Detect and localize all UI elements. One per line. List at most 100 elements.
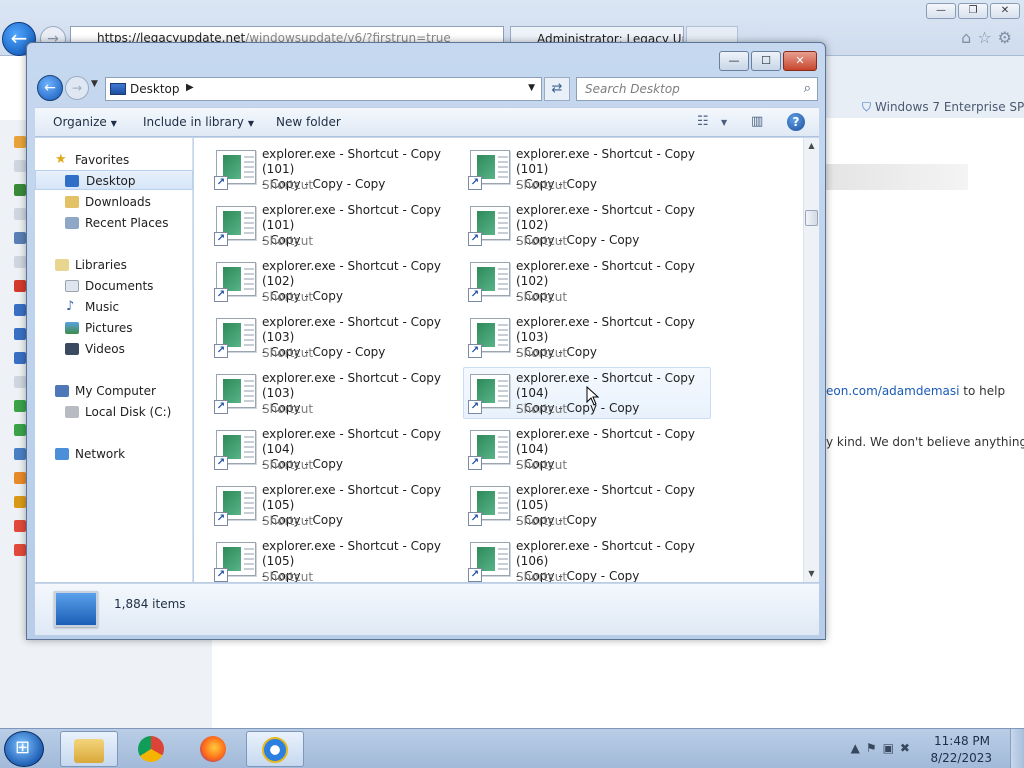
clock-date[interactable]: 8/22/2023 — [930, 751, 992, 765]
details-pane: 1,884 items — [35, 583, 819, 635]
shortcut-arrow-icon: ↗ — [468, 512, 482, 526]
scrollbar-thumb[interactable] — [805, 210, 818, 226]
shortcut-arrow-icon: ↗ — [214, 456, 228, 470]
shortcut-arrow-icon: ↗ — [214, 568, 228, 582]
taskbar-internet-explorer[interactable] — [246, 731, 304, 767]
vertical-scrollbar[interactable]: ▲ ▼ — [803, 138, 819, 582]
view-options-chevron-down-icon[interactable]: ▼ — [721, 118, 727, 127]
nav-favorites[interactable]: ★ Favorites — [35, 150, 193, 170]
computer-icon — [55, 385, 69, 397]
taskbar-firefox[interactable] — [184, 731, 242, 767]
nav-desktop-label: Desktop — [86, 174, 136, 188]
file-name-line-1: explorer.exe - Shortcut - Copy (102) — [516, 203, 696, 232]
nav-libraries[interactable]: Libraries — [35, 255, 193, 275]
shortcut-arrow-icon: ↗ — [468, 232, 482, 246]
show-desktop-button[interactable] — [1010, 729, 1024, 768]
shortcut-arrow-icon: ↗ — [468, 344, 482, 358]
file-item[interactable]: ↗ explorer.exe - Shortcut - Copy (105) - C… — [464, 480, 712, 532]
address-location[interactable]: Desktop — [130, 82, 180, 96]
include-in-library-button[interactable]: Include in library ▼ — [143, 115, 254, 129]
minimize-button[interactable]: — — [719, 51, 749, 71]
file-item[interactable]: ↗ explorer.exe - Shortcut - Copy (102) - C… — [464, 256, 712, 308]
recent-places-icon — [65, 217, 79, 229]
nav-favorites-label: Favorites — [75, 153, 130, 167]
file-item[interactable]: ↗ explorer.exe - Shortcut - Copy (106) - C… — [464, 536, 712, 582]
file-item[interactable]: ↗ explorer.exe - Shortcut - Copy (101) - C… — [210, 200, 458, 252]
firefox-icon — [200, 736, 226, 762]
breadcrumb-arrow-icon[interactable]: ▶ — [186, 82, 194, 93]
ie-patreon-link[interactable]: eon.com/adamdemasi — [826, 384, 959, 398]
ie-restore-button[interactable]: ❐ — [958, 3, 988, 19]
nav-my-computer[interactable]: My Computer — [35, 381, 193, 401]
help-icon[interactable]: ? — [787, 113, 805, 131]
file-name-line-1: explorer.exe - Shortcut - Copy (102) — [516, 259, 696, 288]
shortcut-icon: ↗ — [468, 318, 510, 358]
address-bar[interactable]: Desktop ▶ ▼ — [105, 77, 542, 101]
file-item[interactable]: ↗ explorer.exe - Shortcut - Copy (104) - C… — [464, 424, 712, 476]
nav-downloads[interactable]: Downloads — [35, 192, 193, 212]
file-item[interactable]: ↗ explorer.exe - Shortcut - Copy (103) - C… — [210, 368, 458, 420]
tray-icons[interactable]: ▲⚑▣✖ — [851, 741, 916, 755]
sidebar-icon — [14, 400, 26, 412]
file-item[interactable]: ↗ explorer.exe - Shortcut - Copy (103) - C… — [210, 312, 458, 364]
internet-explorer-icon — [262, 737, 288, 763]
search-icon[interactable]: ⌕ — [804, 81, 811, 96]
back-button[interactable]: ← — [37, 75, 63, 101]
shortcut-arrow-icon: ↗ — [214, 288, 228, 302]
organize-chevron-down-icon: ▼ — [110, 119, 117, 128]
nav-documents[interactable]: Documents — [35, 276, 193, 296]
taskbar-chrome[interactable] — [122, 731, 180, 767]
new-folder-button[interactable]: New folder — [276, 115, 341, 129]
nav-pictures[interactable]: Pictures — [35, 318, 193, 338]
nav-videos[interactable]: Videos — [35, 339, 193, 359]
file-name-line-1: explorer.exe - Shortcut - Copy (105) — [262, 539, 442, 568]
shortcut-icon: ↗ — [468, 150, 510, 190]
nav-music[interactable]: ♪ Music — [35, 297, 193, 317]
file-item[interactable]: ↗ explorer.exe - Shortcut - Copy (101) - C… — [210, 144, 458, 196]
ie-page-band — [826, 164, 968, 190]
forward-button[interactable]: → — [65, 76, 89, 100]
nav-recent-places[interactable]: Recent Places — [35, 213, 193, 233]
sidebar-icon — [14, 208, 26, 220]
file-type: Shortcut — [262, 346, 314, 360]
nav-my-computer-label: My Computer — [75, 384, 156, 398]
sidebar-icon — [14, 160, 26, 172]
file-name-line-1: explorer.exe - Shortcut - Copy (103) — [262, 371, 442, 400]
file-item[interactable]: ↗ explorer.exe - Shortcut - Copy (102) - C… — [464, 200, 712, 252]
file-name-line-1: explorer.exe - Shortcut - Copy (104) — [516, 371, 696, 400]
ie-close-button[interactable]: ✕ — [990, 3, 1020, 19]
preview-pane-icon[interactable]: ▥ — [751, 114, 763, 129]
file-item[interactable]: ↗ explorer.exe - Shortcut - Copy (104) - C… — [210, 424, 458, 476]
organize-button[interactable]: Organize ▼ — [53, 115, 117, 129]
close-button[interactable]: ✕ — [783, 51, 817, 71]
ie-command-icons[interactable]: ⌂☆⚙ — [961, 28, 1018, 47]
search-input[interactable]: Search Desktop ⌕ — [576, 77, 818, 101]
file-item[interactable]: ↗ explorer.exe - Shortcut - Copy (105) - C… — [210, 536, 458, 582]
maximize-button[interactable]: ☐ — [751, 51, 781, 71]
file-name-line-1: explorer.exe - Shortcut - Copy (105) — [516, 483, 696, 512]
file-type: Shortcut — [262, 234, 314, 248]
scroll-up-icon[interactable]: ▲ — [804, 138, 819, 154]
start-button[interactable] — [4, 731, 44, 767]
recent-pages-chevron-icon[interactable]: ▼ — [91, 79, 98, 89]
change-view-icon[interactable]: ☷ — [697, 114, 709, 129]
shortcut-icon: ↗ — [468, 486, 510, 526]
taskbar-explorer[interactable] — [60, 731, 118, 767]
command-bar: Organize ▼ Include in library ▼ New folder… — [35, 107, 819, 137]
sidebar-icon — [14, 544, 26, 556]
refresh-button[interactable]: ⇄ — [544, 77, 570, 101]
file-name-line-1: explorer.exe - Shortcut - Copy (104) — [262, 427, 442, 456]
file-item[interactable]: ↗ explorer.exe - Shortcut - Copy (102) - C… — [210, 256, 458, 308]
scroll-down-icon[interactable]: ▼ — [804, 566, 819, 582]
sidebar-icon — [14, 280, 26, 292]
nav-desktop[interactable]: Desktop — [35, 170, 193, 190]
search-placeholder: Search Desktop — [585, 82, 680, 96]
file-item[interactable]: ↗ explorer.exe - Shortcut - Copy (101) - C… — [464, 144, 712, 196]
address-dropdown-icon[interactable]: ▼ — [528, 83, 535, 93]
file-item[interactable]: ↗ explorer.exe - Shortcut - Copy (103) - C… — [464, 312, 712, 364]
ie-minimize-button[interactable]: — — [926, 3, 956, 19]
nav-local-disk[interactable]: Local Disk (C:) — [35, 402, 193, 422]
nav-network[interactable]: Network — [35, 444, 193, 464]
clock-time[interactable]: 11:48 PM — [934, 734, 990, 748]
file-item[interactable]: ↗ explorer.exe - Shortcut - Copy (105) - C… — [210, 480, 458, 532]
